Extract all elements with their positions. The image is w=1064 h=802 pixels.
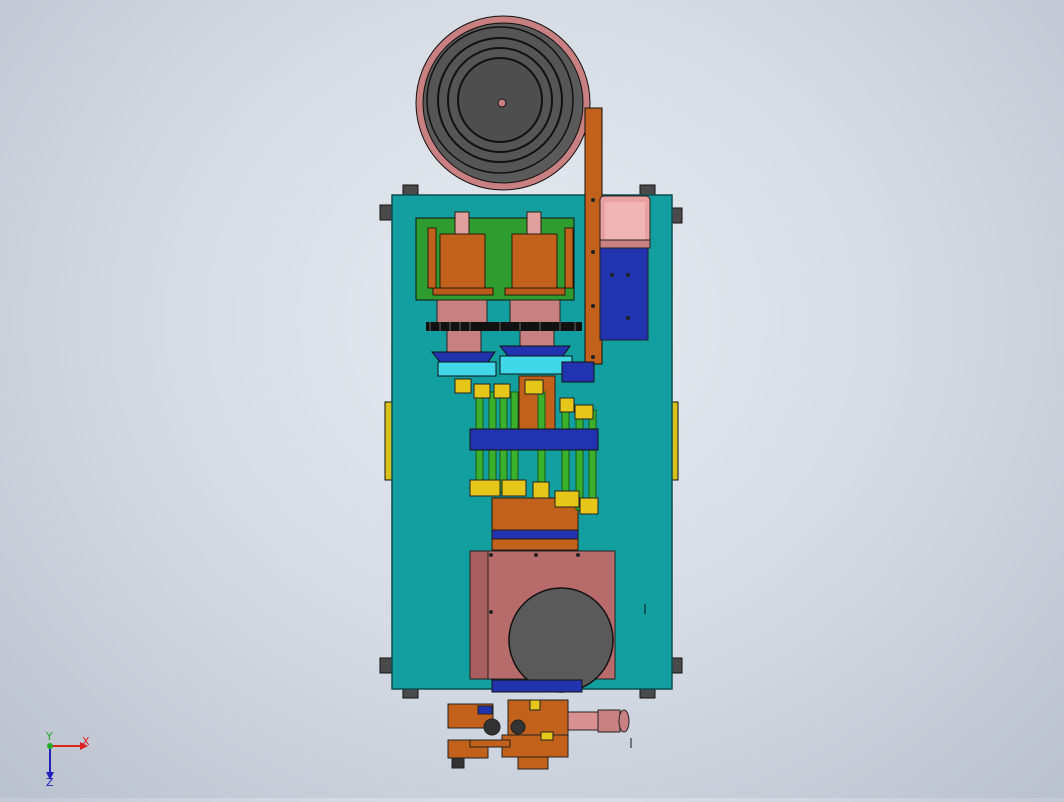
y-axis-label: Y: [46, 730, 53, 743]
drive-motor-disc[interactable]: [508, 587, 614, 693]
bottom-drive-assembly[interactable]: [447, 699, 630, 770]
feed-chute[interactable]: [584, 107, 603, 365]
feeder-motor[interactable]: [599, 195, 651, 341]
vibratory-bowl[interactable]: [415, 15, 591, 191]
gear-band: [426, 322, 582, 331]
z-axis-label: Z: [46, 776, 54, 789]
blue-crossbar: [469, 428, 599, 451]
assembly-drawing[interactable]: [0, 0, 1064, 798]
axis-triad: X Y Z: [40, 730, 100, 789]
x-axis-label: X: [82, 735, 90, 748]
cad-viewport[interactable]: [0, 0, 1064, 798]
